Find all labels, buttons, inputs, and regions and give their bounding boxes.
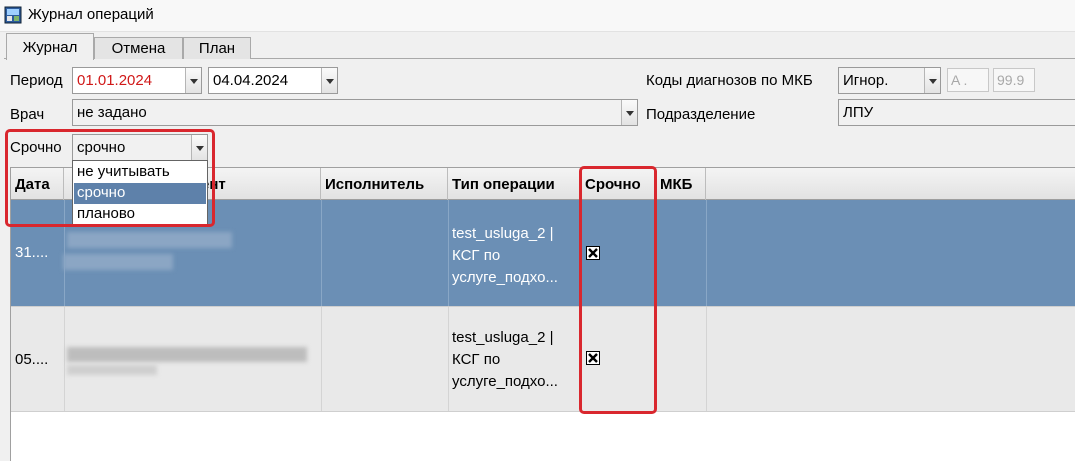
chevron-down-icon[interactable] [621,100,637,125]
tab-label: План [198,40,236,57]
op-type-line: test_usluga_2 | [452,329,554,346]
column-divider [706,307,707,411]
dropdown-option-planned[interactable]: планово [74,204,206,225]
blurred-patient-name [67,347,307,362]
mkb-label: Коды диагнозов по МКБ [646,72,813,89]
mkb-from-field[interactable]: A . [947,68,989,92]
mkb-to-value: 99.9 [997,72,1025,88]
chevron-down-icon[interactable] [924,68,940,93]
mkb-from-value: A . [951,72,968,88]
cell-date: 05.... [15,351,49,368]
blurred-patient-name [67,365,157,375]
column-header-mkb[interactable]: МКБ [656,168,706,200]
chevron-down-icon[interactable] [321,68,337,93]
tab-label: Отмена [111,40,166,57]
column-divider [656,307,657,411]
column-header-op-type[interactable]: Тип операции [448,168,581,200]
column-divider [448,307,449,411]
tab-journal[interactable]: Журнал [6,33,94,60]
blurred-patient-name [63,254,173,270]
column-header-date[interactable]: Дата [11,168,64,200]
doctor-value: не задано [77,104,147,121]
column-header-executor[interactable]: Исполнитель [321,168,448,200]
column-divider [581,200,582,306]
department-label: Подразделение [646,106,756,123]
urgent-label: Срочно [10,139,62,156]
cell-op-type: test_usluga_2 | КСГ по услуге_подхо... [452,223,558,289]
doctor-select[interactable]: не задано [72,99,638,126]
cell-op-type: test_usluga_2 | КСГ по услуге_подхо... [452,327,558,393]
op-type-line: КСГ по [452,247,501,264]
urgent-value: срочно [77,139,126,156]
mkb-to-field[interactable]: 99.9 [993,68,1035,92]
tab-plan[interactable]: План [183,37,251,59]
op-type-line: услуге_подхо... [452,269,558,286]
urgent-checkbox[interactable] [586,246,600,260]
tab-label: Журнал [22,38,78,56]
title-bar: Журнал операций [0,0,1075,32]
dropdown-option-urgent[interactable]: срочно [74,183,206,204]
column-divider [706,200,707,306]
column-header-urgent[interactable]: Срочно [581,168,656,200]
column-divider [448,200,449,306]
checkmark-x-icon [588,248,598,258]
mkb-mode-value: Игнор. [843,72,889,89]
chevron-down-icon[interactable] [191,135,207,160]
column-divider [656,200,657,306]
urgent-checkbox[interactable] [586,351,600,365]
mkb-mode-select[interactable]: Игнор. [838,67,941,94]
column-divider [321,307,322,411]
period-label: Период [10,72,63,89]
chevron-down-icon[interactable] [185,68,201,93]
date-to-value: 04.04.2024 [213,72,289,89]
urgent-select[interactable]: срочно [72,134,208,161]
table-row[interactable]: 05.... test_usluga_2 | КСГ по услуге_под… [11,306,1075,412]
doctor-label: Врач [10,106,45,123]
date-from-field[interactable]: 01.01.2024 [72,67,202,94]
column-divider [581,307,582,411]
app-window-icon [4,6,22,24]
column-divider [64,307,65,411]
cell-date: 31.... [15,244,49,261]
column-divider [64,200,65,306]
op-type-line: услуге_подхо... [452,373,558,390]
op-type-line: КСГ по [452,351,501,368]
window-title: Журнал операций [28,6,154,23]
urgent-dropdown-list: не учитывать срочно планово [72,160,208,226]
checkmark-x-icon [588,353,598,363]
blurred-patient-name [67,232,232,248]
date-to-field[interactable]: 04.04.2024 [208,67,338,94]
op-type-line: test_usluga_2 | [452,225,554,242]
tab-cancel[interactable]: Отмена [94,37,183,59]
dropdown-option-ignore[interactable]: не учитывать [74,162,206,183]
department-select[interactable]: ЛПУ [838,99,1075,126]
department-value: ЛПУ [843,104,874,121]
date-from-value: 01.01.2024 [77,72,153,89]
column-divider [321,200,322,306]
